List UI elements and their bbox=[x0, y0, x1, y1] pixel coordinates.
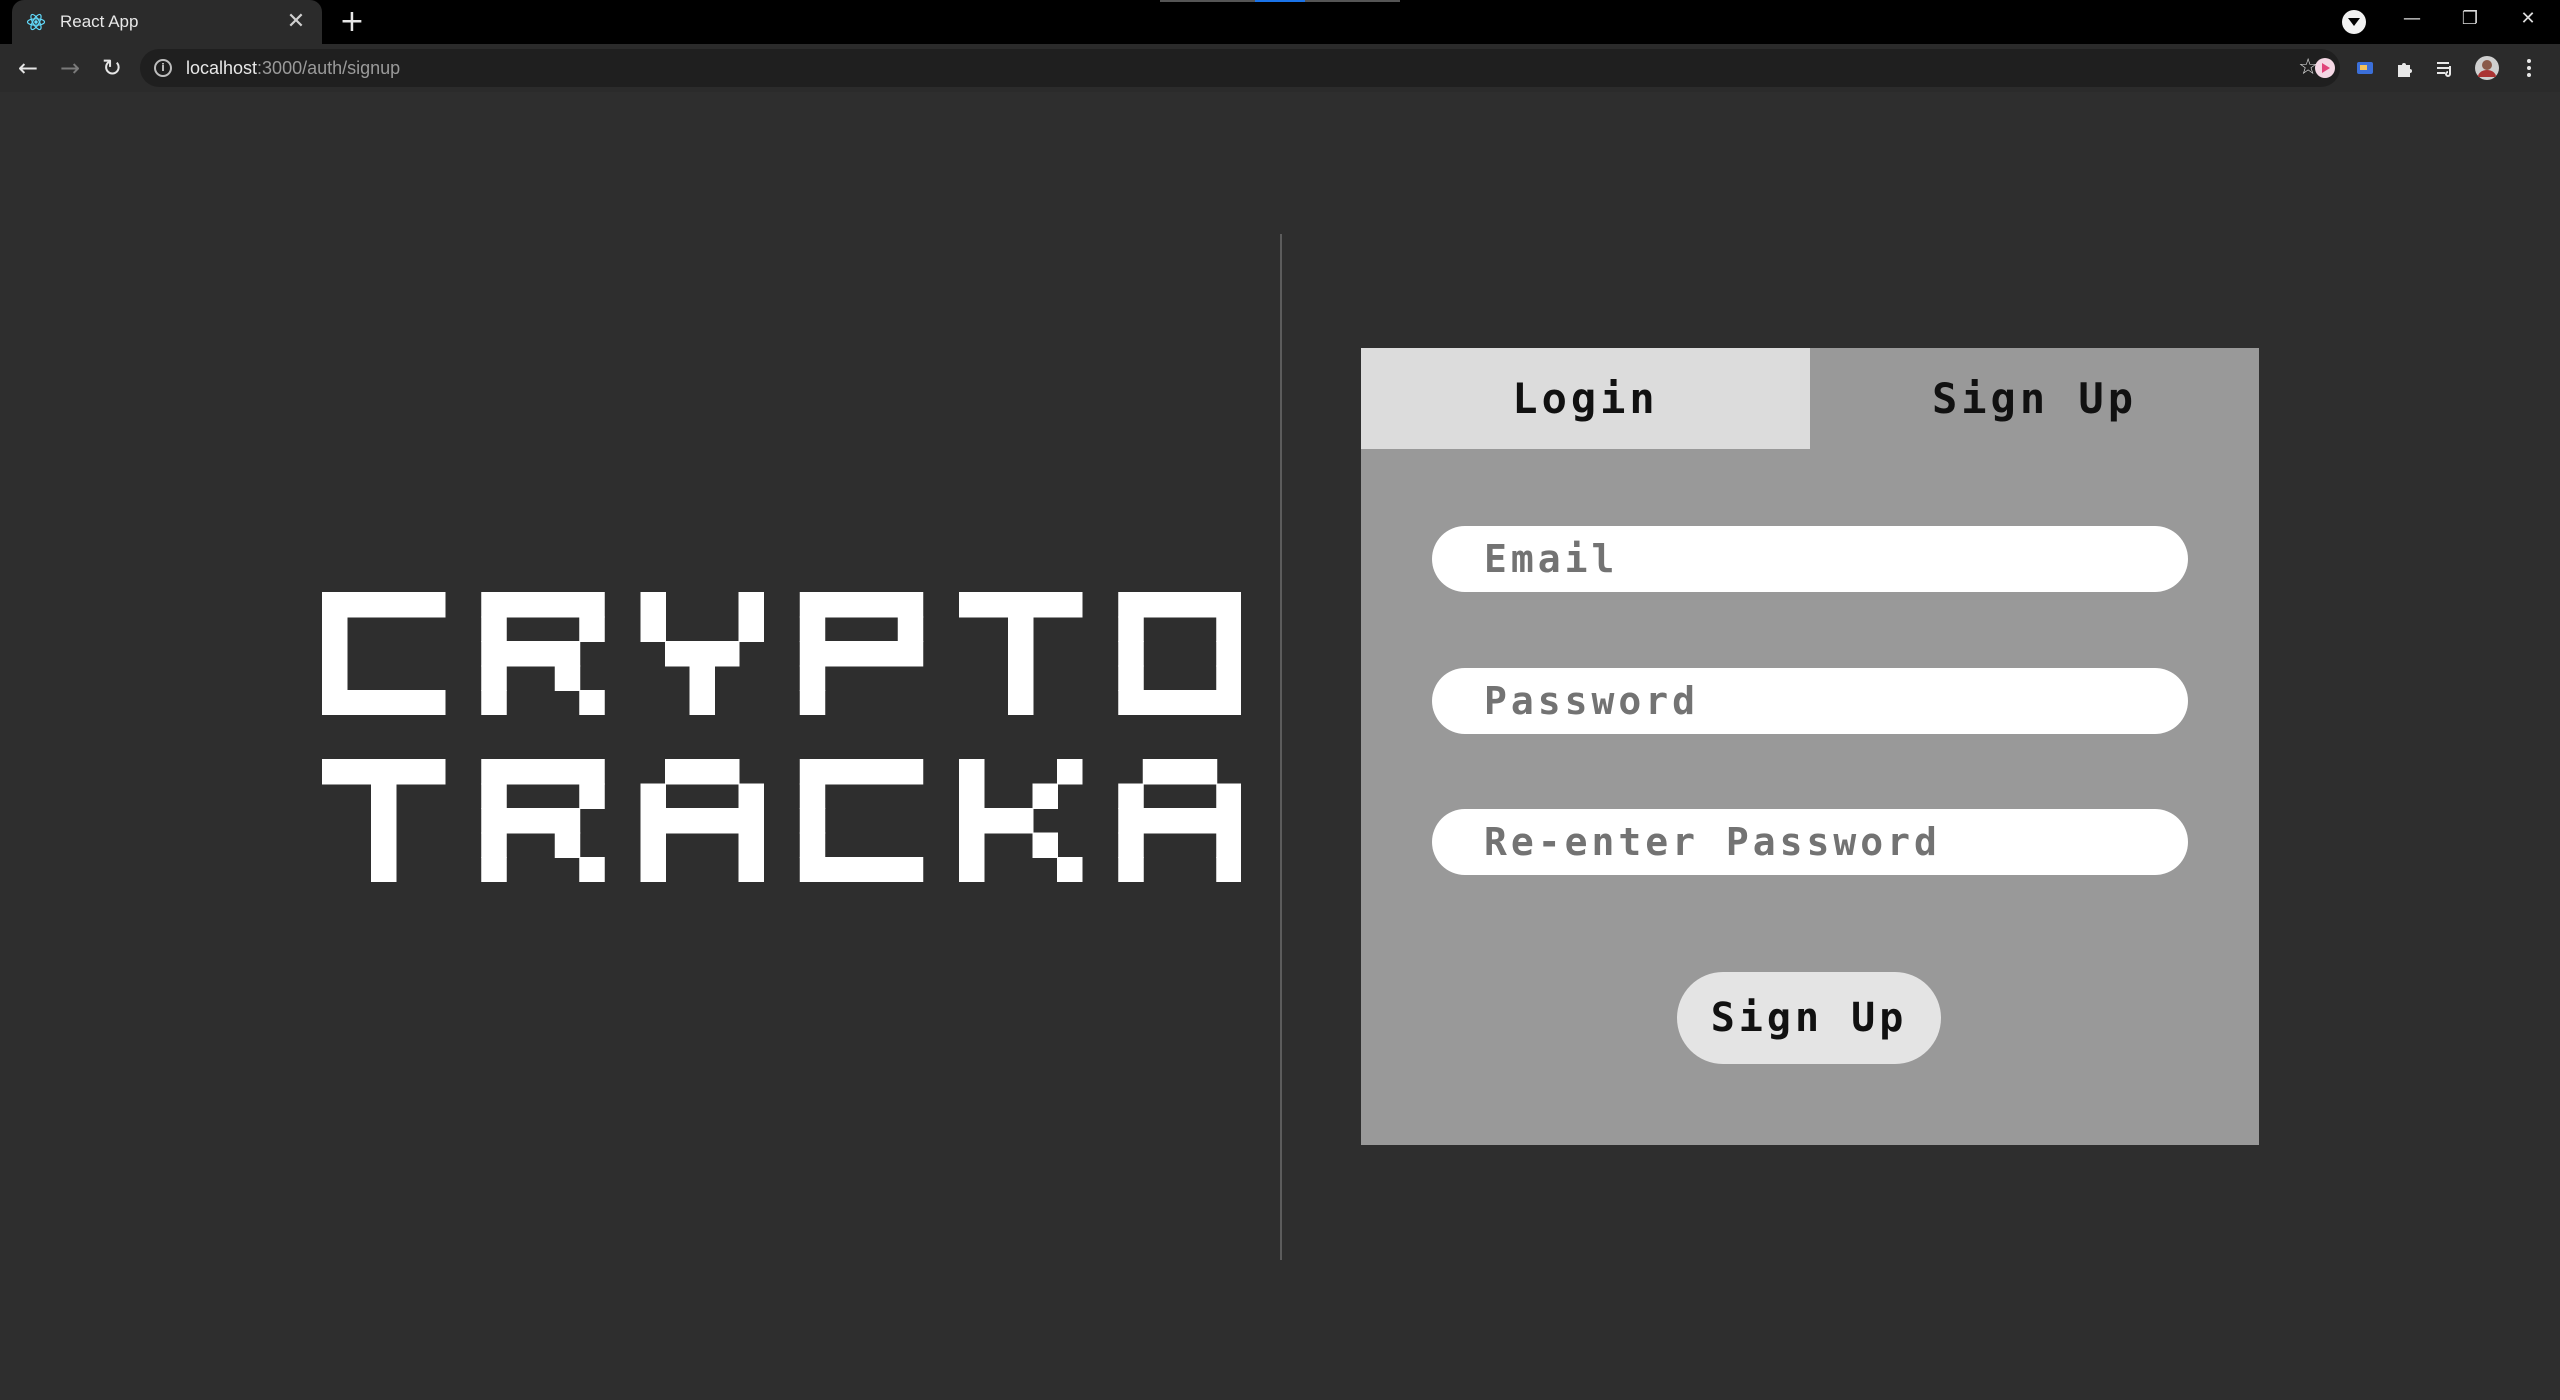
browser-menu-icon[interactable] bbox=[2516, 55, 2542, 81]
logo-line-1-pixels bbox=[322, 592, 1241, 715]
logo-line-2-pixels bbox=[322, 759, 1241, 882]
logo-line-1: CRYPTO bbox=[322, 592, 1241, 715]
auth-panel: Login Sign Up Email Password Re-enter Pa… bbox=[1361, 348, 2259, 1145]
url-text[interactable]: localhost:3000/auth/signup bbox=[186, 58, 400, 79]
reenter-password-field[interactable]: Re-enter Password bbox=[1432, 809, 2188, 875]
new-tab-button[interactable]: + bbox=[336, 6, 368, 38]
address-bar[interactable]: i localhost:3000/auth/signup ☆ bbox=[140, 49, 2340, 87]
email-field[interactable]: Email bbox=[1432, 526, 2188, 592]
logo-line-2-text: TRACKA bbox=[322, 882, 323, 883]
cast-extension-icon[interactable] bbox=[2352, 55, 2378, 81]
puzzle-icon[interactable] bbox=[2392, 55, 2418, 81]
forward-button[interactable]: → bbox=[54, 52, 86, 84]
minimize-button[interactable]: — bbox=[2384, 0, 2440, 40]
window-close-button[interactable]: ✕ bbox=[2500, 0, 2556, 40]
app-logo: CRYPTO TRACKA bbox=[322, 592, 1241, 883]
profile-extension-icon[interactable] bbox=[2312, 55, 2338, 81]
react-logo-icon bbox=[26, 13, 46, 31]
browser-titlebar: React App ✕ + — ❐ ✕ bbox=[0, 0, 2560, 44]
tab-title: React App bbox=[60, 12, 139, 31]
back-button[interactable]: ← bbox=[12, 52, 44, 84]
tab-signup[interactable]: Sign Up bbox=[1810, 348, 2259, 449]
browser-toolbar: ← → ↻ i localhost:3000/auth/signup ☆ bbox=[0, 44, 2560, 92]
media-queue-icon[interactable] bbox=[2432, 55, 2458, 81]
site-info-icon[interactable]: i bbox=[154, 59, 172, 77]
restore-button[interactable]: ❐ bbox=[2442, 0, 2498, 40]
vertical-divider bbox=[1280, 234, 1282, 1260]
tab-login[interactable]: Login bbox=[1361, 348, 1810, 449]
password-field[interactable]: Password bbox=[1432, 668, 2188, 734]
browser-tab[interactable]: React App ✕ bbox=[12, 0, 322, 44]
tab-strip-indicator bbox=[1160, 0, 1400, 2]
signup-button[interactable]: Sign Up bbox=[1677, 972, 1941, 1064]
logo-line-2: TRACKA bbox=[322, 759, 1241, 883]
close-tab-icon[interactable]: ✕ bbox=[284, 11, 308, 33]
auth-tabs: Login Sign Up bbox=[1361, 348, 2259, 449]
reload-button[interactable]: ↻ bbox=[96, 52, 128, 84]
tab-search-icon[interactable] bbox=[2342, 10, 2366, 34]
page-content: CRYPTO TRACKA Login Sign Up Email Passwo… bbox=[0, 92, 2560, 1400]
profile-avatar[interactable] bbox=[2474, 55, 2500, 81]
